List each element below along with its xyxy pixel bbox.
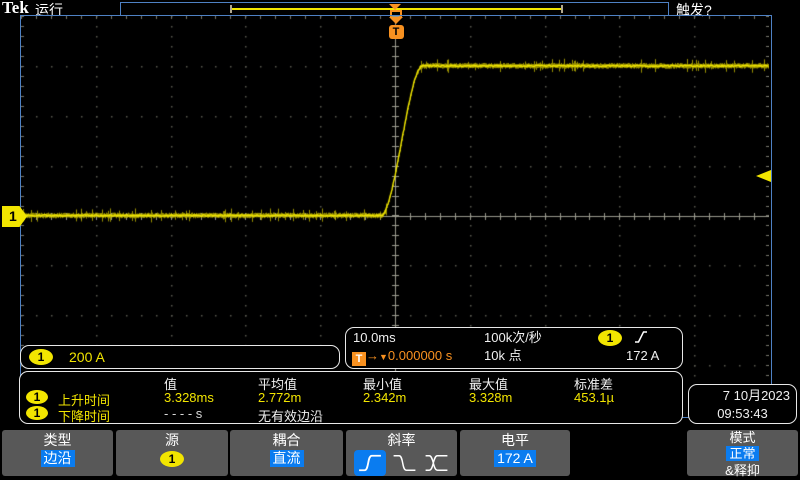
menu-level[interactable]: 电平 172 A (460, 430, 570, 476)
meas-row2-name: 下降时间 (58, 406, 110, 425)
timebase-readout: 10.0ms (353, 330, 396, 345)
meas-row1-value: 3.328ms (164, 390, 214, 405)
meas-row1-channel-badge: 1 (26, 390, 48, 404)
menu-slope[interactable]: 斜率 (346, 430, 457, 476)
horizontal-trigger-readout-box: 10.0ms 100k次/秒 1 T→▼0.000000 s 10k 点 172… (345, 327, 683, 369)
oscilloscope-screen: Tek 运行 触发? T 1 1 200 A 10.0ms 100k次/秒 1 … (0, 0, 800, 480)
time-label: 09:53:43 (689, 403, 796, 421)
menu-trigger-type-label: 类型 (2, 432, 113, 448)
triangle-down-icon: ▼ (379, 352, 388, 362)
record-window-left-bracket (230, 5, 232, 13)
trigger-level-readout: 172 A (626, 348, 659, 363)
meas-row2-mean: 无有效边沿 (258, 406, 323, 425)
menu-level-value: 172 A (494, 450, 536, 467)
menu-trigger-source-badge: 1 (160, 451, 184, 467)
arrow-right-icon: → (366, 348, 379, 363)
datetime-box: 7 10月2023 09:53:43 (688, 384, 797, 424)
trigger-source-badge: 1 (598, 330, 622, 346)
both-edges-icon[interactable] (423, 453, 450, 473)
menu-coupling-value: 直流 (270, 450, 304, 467)
meas-row1-stddev: 453.1µ (574, 390, 614, 405)
meas-row1-max: 3.328m (469, 390, 512, 405)
menu-coupling[interactable]: 耦合 直流 (230, 430, 343, 476)
menu-mode[interactable]: 模式 正常 &释抑 (687, 430, 798, 476)
acquisition-preview-bar (120, 2, 669, 16)
menu-trigger-type[interactable]: 类型 边沿 (2, 430, 113, 476)
menu-coupling-label: 耦合 (230, 432, 343, 448)
date-label: 7 10月2023 (689, 385, 796, 403)
falling-edge-icon[interactable] (391, 453, 418, 473)
measurement-table: 值 平均值 最小值 最大值 标准差 1 上升时间 3.328ms 2.772m … (19, 371, 683, 424)
meas-row2-value: - - - - s (164, 406, 202, 421)
record-window-right-bracket (561, 5, 563, 13)
trigger-down-arrow-icon (389, 17, 403, 24)
menu-level-label: 电平 (460, 432, 570, 448)
rising-edge-selected-icon[interactable] (354, 450, 386, 476)
channel1-readout-box: 1 200 A (20, 345, 340, 369)
trigger-position-marker: T (388, 17, 404, 39)
menu-mode-label: 模式 (687, 430, 798, 445)
meas-row2-channel-badge: 1 (26, 406, 48, 420)
sample-rate-readout: 100k次/秒 (484, 330, 542, 345)
menu-trigger-source[interactable]: 源 1 (116, 430, 228, 476)
meas-row1-mean: 2.772m (258, 390, 301, 405)
trigger-t-icon: T (389, 25, 404, 39)
trigger-delay-readout: T→▼0.000000 s (352, 348, 452, 366)
trigger-level-arrow-icon (756, 170, 771, 182)
menu-slope-label: 斜率 (346, 432, 457, 448)
meas-row1-min: 2.342m (363, 390, 406, 405)
record-length-readout: 10k 点 (484, 348, 522, 363)
trigger-t-badge-icon: T (352, 352, 366, 366)
menu-mode-value: 正常 (726, 446, 758, 461)
menu-trigger-source-label: 源 (116, 432, 228, 448)
channel1-badge: 1 (29, 349, 53, 365)
menu-mode-value2: &释抑 (687, 463, 798, 478)
trigger-slope-icon (634, 330, 648, 344)
menu-trigger-type-value: 边沿 (41, 450, 75, 467)
channel1-scale: 200 A (69, 349, 105, 365)
